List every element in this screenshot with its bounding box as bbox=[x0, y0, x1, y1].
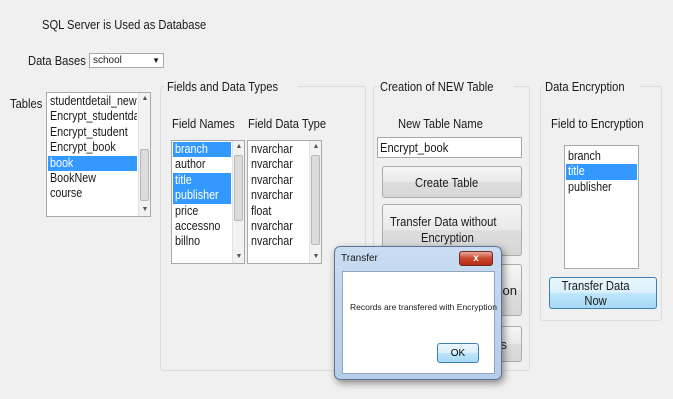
table-list-item[interactable]: book bbox=[48, 155, 137, 171]
field-type-item[interactable]: float bbox=[249, 204, 308, 219]
field-names-list[interactable]: branch author title publisher price accessno b… bbox=[171, 140, 245, 264]
field-name-item[interactable]: publisher bbox=[173, 188, 231, 204]
dialog-body: Records are transfered with Encryption O… bbox=[342, 271, 497, 374]
field-types-label: Field Data Type bbox=[248, 116, 327, 131]
scroll-thumb[interactable] bbox=[234, 155, 243, 221]
page-title: SQL Server is Used as Database bbox=[42, 17, 207, 32]
scroll-up-icon[interactable]: ▲ bbox=[139, 93, 150, 105]
new-table-name-label: New Table Name bbox=[398, 116, 483, 131]
new-table-group-title: Creation of NEW Table bbox=[378, 79, 514, 94]
database-selected-value: school bbox=[93, 55, 122, 66]
table-list-item[interactable]: Encrypt_studentdata bbox=[48, 109, 137, 124]
scroll-up-icon[interactable]: ▲ bbox=[310, 141, 321, 153]
field-names-scrollbar[interactable]: ▲ ▼ bbox=[232, 141, 244, 263]
table-list-item[interactable]: BookNew bbox=[48, 171, 137, 186]
table-list-item[interactable]: Encrypt_student bbox=[48, 125, 137, 140]
scroll-down-icon[interactable]: ▼ bbox=[310, 251, 321, 263]
table-list-item[interactable]: Encrypt_book bbox=[48, 140, 137, 155]
field-type-item[interactable]: nvarchar bbox=[249, 234, 308, 249]
field-type-item[interactable]: nvarchar bbox=[249, 188, 308, 203]
new-table-name-input[interactable]: Encrypt_book bbox=[377, 137, 522, 158]
scroll-thumb[interactable] bbox=[311, 155, 320, 245]
field-name-item[interactable]: accessno bbox=[173, 219, 231, 234]
tables-list[interactable]: studentdetail_newEncrypt_studentdataEncr… bbox=[46, 92, 151, 217]
field-type-item[interactable]: nvarchar bbox=[249, 219, 308, 234]
field-type-item[interactable]: nvarchar bbox=[249, 173, 308, 188]
field-name-item[interactable]: author bbox=[173, 157, 231, 172]
encryption-field-item[interactable]: branch bbox=[566, 149, 637, 164]
create-table-button[interactable]: Create Table bbox=[382, 166, 522, 198]
field-type-item[interactable]: nvarchar bbox=[249, 142, 308, 157]
scroll-down-icon[interactable]: ▼ bbox=[233, 251, 244, 263]
field-name-item[interactable]: title bbox=[173, 172, 231, 189]
dialog-title: Transfer bbox=[341, 253, 378, 264]
field-types-list[interactable]: nvarchar nvarchar nvarchar nvarchar float nva… bbox=[247, 140, 322, 264]
field-to-encryption-label: Field to Encryption bbox=[551, 116, 644, 131]
ok-button[interactable]: OK bbox=[437, 343, 479, 363]
dialog-message: Records are transfered with Encryption bbox=[350, 302, 497, 312]
table-list-item[interactable]: studentdetail_new bbox=[48, 94, 137, 109]
tables-scrollbar[interactable]: ▲ ▼ bbox=[138, 93, 150, 216]
field-type-item[interactable]: nvarchar bbox=[249, 157, 308, 172]
field-name-item[interactable]: billno bbox=[173, 234, 231, 249]
fields-group-title: Fields and Data Types bbox=[165, 79, 299, 94]
encryption-field-item[interactable]: title bbox=[566, 164, 637, 180]
encryption-fields-list[interactable]: branch title publisher bbox=[564, 145, 639, 269]
transfer-dialog: Transfer x Records are transfered with E… bbox=[334, 246, 502, 380]
scroll-thumb[interactable] bbox=[140, 149, 149, 201]
database-select[interactable]: school ▼ bbox=[89, 53, 164, 68]
databases-label: Data Bases bbox=[28, 53, 86, 68]
tables-label: Tables bbox=[10, 96, 43, 111]
field-name-item[interactable]: branch bbox=[173, 142, 231, 158]
encryption-group-title: Data Encryption bbox=[543, 79, 640, 94]
field-types-scrollbar[interactable]: ▲ ▼ bbox=[309, 141, 321, 263]
chevron-down-icon: ▼ bbox=[152, 56, 160, 65]
encryption-field-item[interactable]: publisher bbox=[566, 180, 637, 195]
table-list-item[interactable]: course bbox=[48, 186, 137, 201]
transfer-data-now-button[interactable]: Transfer Data Now bbox=[549, 277, 657, 309]
field-names-label: Field Names bbox=[172, 116, 235, 131]
scroll-up-icon[interactable]: ▲ bbox=[233, 141, 244, 153]
close-icon[interactable]: x bbox=[459, 251, 493, 266]
scroll-down-icon[interactable]: ▼ bbox=[139, 204, 150, 216]
field-name-item[interactable]: price bbox=[173, 204, 231, 219]
